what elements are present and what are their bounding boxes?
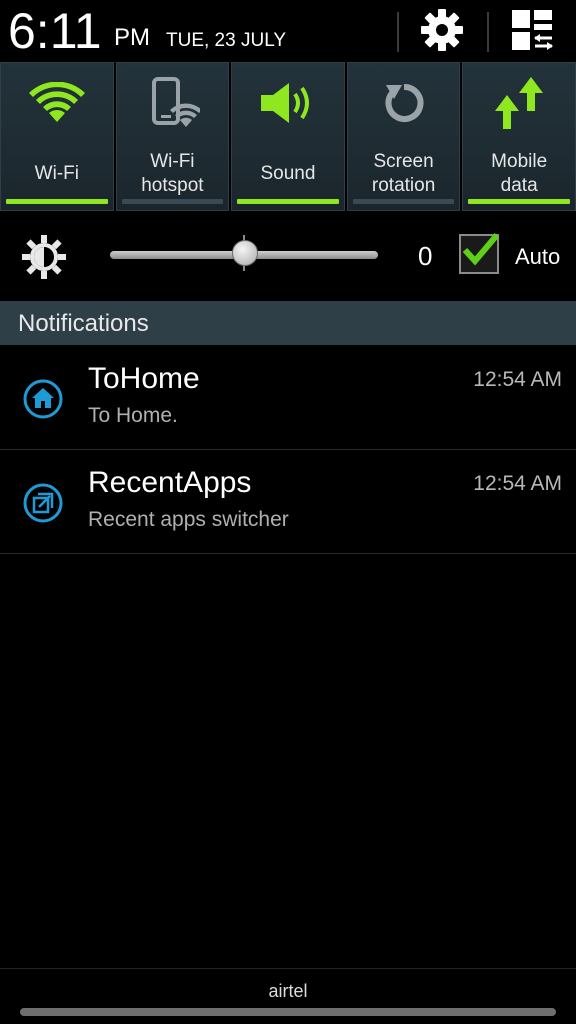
checkmark-icon [462, 233, 499, 266]
toggle-state-bar [237, 199, 339, 204]
wifi-hotspot-icon [144, 75, 203, 136]
notification-title: RecentApps [88, 466, 252, 499]
notifications-header: Notifications [0, 301, 576, 345]
gear-icon [419, 7, 465, 58]
panel-edit-icon [510, 8, 554, 57]
toggle-label: Screen rotation [371, 151, 436, 196]
brightness-row: 0 Auto [0, 211, 576, 301]
auto-brightness-label: Auto [515, 244, 561, 269]
header-divider [397, 12, 399, 52]
notification-time: 12:54 AM [473, 472, 562, 495]
brightness-value: 0 [418, 241, 433, 271]
brightness-icon [20, 233, 68, 286]
date-label: TUE, 23 JULY [166, 30, 287, 51]
home-icon [22, 378, 64, 425]
toggle-wifi-hotspot[interactable]: Wi-Fi hotspot [115, 62, 230, 211]
notification-text: Recent apps switcher [88, 508, 289, 531]
quick-settings-toggles: Wi-Fi Wi-Fi hotspot Sound Screen rotatio… [0, 62, 576, 211]
notifications-header-label: Notifications [18, 310, 149, 337]
settings-button[interactable] [414, 8, 470, 56]
clock-ampm: PM [114, 24, 150, 51]
notification-text: To Home. [88, 404, 178, 427]
notification-time: 12:54 AM [473, 368, 562, 391]
toggle-sound[interactable]: Sound [231, 62, 345, 211]
toggle-label: Wi-Fi hotspot [141, 151, 204, 196]
toggle-state-bar [468, 199, 570, 204]
recent-apps-icon [22, 482, 64, 529]
toggle-state-bar [121, 199, 224, 204]
toggle-state-bar [6, 199, 108, 204]
screen-rotation-icon [380, 79, 428, 132]
notification-item[interactable]: ToHome To Home. 12:54 AM [0, 346, 576, 450]
sound-icon [259, 80, 317, 131]
brightness-slider-thumb[interactable] [232, 240, 258, 266]
toggle-label: Mobile data [491, 151, 548, 196]
notification-item[interactable]: RecentApps Recent apps switcher 12:54 AM [0, 450, 576, 554]
panel-edit-button[interactable] [504, 8, 560, 56]
auto-brightness-checkbox[interactable] [459, 233, 499, 274]
panel-header: 6:11 PM TUE, 23 JULY [0, 0, 576, 62]
notification-title: ToHome [88, 362, 200, 395]
toggle-state-bar [352, 199, 455, 204]
toggle-label: Wi-Fi [34, 163, 79, 184]
toggle-label: Sound [260, 163, 316, 184]
toggle-wifi[interactable]: Wi-Fi [0, 62, 114, 211]
clock-time: 6:11 [8, 3, 102, 59]
header-divider [487, 12, 489, 52]
wifi-icon [28, 81, 86, 129]
toggle-screen-rotation[interactable]: Screen rotation [346, 62, 461, 211]
panel-drag-handle[interactable] [20, 1008, 556, 1016]
carrier-name: airtel [268, 981, 308, 1001]
toggle-mobile-data[interactable]: Mobile data [462, 62, 576, 211]
mobile-data-icon [493, 75, 545, 136]
notification-panel: 6:11 PM TUE, 23 JULY Wi-Fi Wi-Fi hotspot… [0, 0, 576, 1024]
